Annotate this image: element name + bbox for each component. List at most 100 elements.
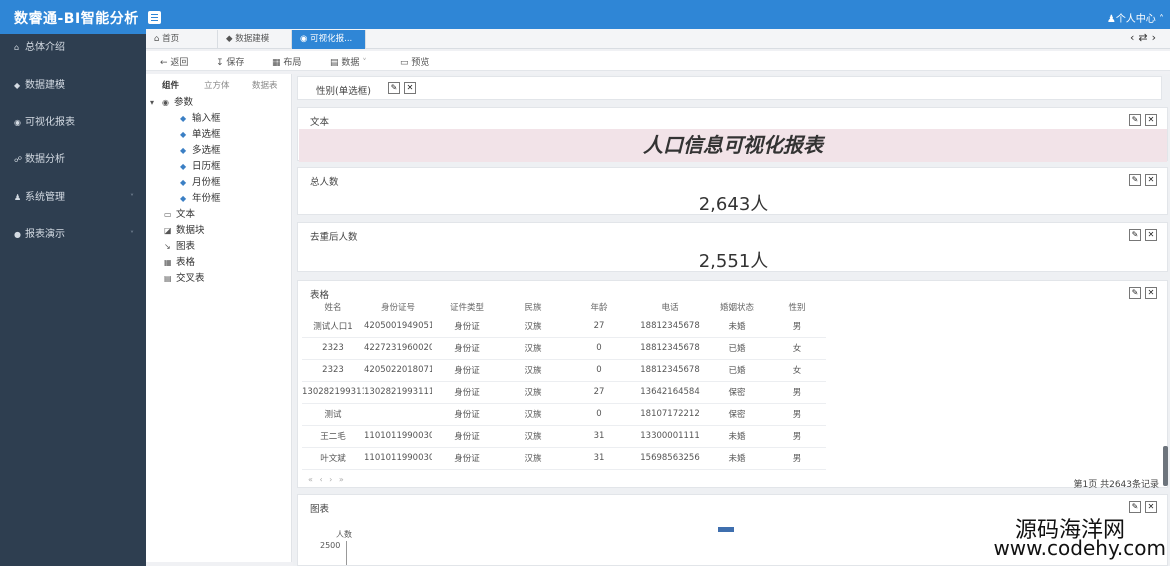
panel-title: 总人数 xyxy=(310,177,339,188)
tree-node-param[interactable]: ◆ 多选框 xyxy=(180,144,221,158)
table-cell: 汉族 xyxy=(502,315,564,338)
table-cell: 测试 xyxy=(302,403,364,426)
tab-data-modeling[interactable]: ◆ 数据建模 xyxy=(218,30,292,49)
tree-node-param[interactable]: ◆ 日历框 xyxy=(180,160,221,174)
wrench-icon[interactable]: ✎ xyxy=(1129,287,1141,299)
chevron-down-icon: ˅ xyxy=(359,58,367,68)
arrow-left-icon: ← xyxy=(160,58,171,68)
table-cell: 测试人口1 xyxy=(302,315,364,338)
tree-node-param[interactable]: ◆ 单选框 xyxy=(180,128,221,142)
column-header[interactable]: 身份证号 xyxy=(364,299,432,315)
sidebar-item[interactable]: ◆ 数据建模 xyxy=(0,74,146,98)
tree-node-component[interactable]: ▦ 表格 xyxy=(164,256,195,270)
database-icon: ▤ xyxy=(330,58,342,68)
table-cell: 未婚 xyxy=(706,447,768,470)
table-cell: 汉族 xyxy=(502,425,564,448)
close-icon[interactable]: ✕ xyxy=(1145,287,1157,299)
back-button[interactable]: ← 返回 xyxy=(160,55,188,68)
table-cell: 18107172212 xyxy=(634,403,706,426)
tree-node-params[interactable]: ▾ ◉ 参数 xyxy=(150,96,193,110)
tab-components[interactable]: 组件 xyxy=(162,79,179,91)
circle-icon: ● xyxy=(14,230,21,239)
sidebar-item[interactable]: ● 报表演示 ˅ xyxy=(0,223,146,247)
tree-node-param[interactable]: ◆ 年份框 xyxy=(180,192,221,206)
close-icon[interactable]: ✕ xyxy=(1145,501,1157,513)
tab-menu-icon[interactable]: ⇄ xyxy=(1138,31,1151,44)
tab-visual-report[interactable]: ◉ 可视化报... xyxy=(292,30,366,49)
collapse-triangle-icon[interactable]: ▾ xyxy=(150,96,162,110)
table-row[interactable]: 测试 身份证 汉族 0 18107172212 保密男 xyxy=(302,403,826,426)
chevron-down-icon: ˅ xyxy=(130,230,134,239)
table-cell: 男 xyxy=(768,381,826,404)
close-icon[interactable]: ✕ xyxy=(1145,229,1157,241)
tab-cube[interactable]: 立方体 xyxy=(204,79,230,91)
table-scroll-controls[interactable]: « ‹ › » xyxy=(308,475,346,484)
sidebar-item-label: 数据分析 xyxy=(25,154,65,165)
column-header[interactable]: 民族 xyxy=(502,299,564,315)
column-header[interactable]: 姓名 xyxy=(302,299,364,315)
wrench-icon[interactable]: ✎ xyxy=(1129,174,1141,186)
tab-bar: ⌂ 首页 ◆ 数据建模 ◉ 可视化报... ‹⇄› xyxy=(146,29,1170,49)
close-icon[interactable]: ✕ xyxy=(1145,114,1157,126)
data-block-icon: ◪ xyxy=(164,226,172,235)
sidebar-item[interactable]: ◉ 可视化报表 xyxy=(0,111,146,135)
sidebar-item[interactable]: ⌂ 总体介绍 xyxy=(0,36,146,60)
table-row[interactable]: 测试人口1 4205001949051 身份证 汉族 27 18812345678 未婚男 xyxy=(302,315,826,338)
column-header[interactable]: 证件类型 xyxy=(432,299,502,315)
table-row[interactable]: 2323 4205022018071 身份证 汉族 0 18812345678 已婚女 xyxy=(302,359,826,382)
tab-datatable[interactable]: 数据表 xyxy=(252,79,278,91)
wrench-icon[interactable]: ✎ xyxy=(1129,229,1141,241)
tree-node-component[interactable]: ▤ 交叉表 xyxy=(164,272,205,286)
gender-filter[interactable]: 性别(单选框) xyxy=(316,83,371,97)
save-button[interactable]: ↧ 保存 xyxy=(216,55,244,68)
wrench-icon[interactable]: ✎ xyxy=(1129,501,1141,513)
user-center-menu[interactable]: ♟个人中心 ˄ xyxy=(1107,10,1164,25)
total-count-panel: 总人数 ✎ ✕ 2,643人 xyxy=(297,167,1168,215)
table-row[interactable]: 叶文斌 1101011990030 身份证 汉族 31 15698563256 未婚男 xyxy=(302,447,826,470)
table-cell: 女 xyxy=(768,337,826,360)
table-cell: 0 xyxy=(564,359,634,382)
table-row[interactable]: 2323 4227231960020 身份证 汉族 0 18812345678 已婚女 xyxy=(302,337,826,360)
tree-node-param[interactable]: ◆ 输入框 xyxy=(180,112,221,126)
table-pager: 第1页 共2643条记录 xyxy=(1073,480,1160,490)
table-cell: 1302821993111 xyxy=(302,381,364,404)
editor-toolbar: ← 返回 ↧ 保存 ▦ 布局 ▤ 数据 ˅ ▭ 预览 xyxy=(146,51,1170,71)
dedup-count-panel: 去重后人数 ✎ ✕ 2,551人 xyxy=(297,222,1168,272)
sidebar-item[interactable]: ☍ 数据分析 xyxy=(0,148,146,172)
panel-title: 文本 xyxy=(310,117,330,128)
tab-home[interactable]: ⌂ 首页 xyxy=(146,30,218,49)
tree-node-component[interactable]: ◪ 数据块 xyxy=(164,224,205,238)
column-header[interactable]: 婚姻状态 xyxy=(706,299,768,315)
column-header[interactable]: 电话 xyxy=(634,299,706,315)
data-button[interactable]: ▤ 数据 ˅ xyxy=(330,55,367,68)
close-icon[interactable]: ✕ xyxy=(1145,174,1157,186)
layout-button[interactable]: ▦ 布局 xyxy=(272,55,301,68)
close-icon[interactable]: ✕ xyxy=(404,82,416,94)
column-header[interactable]: 年龄 xyxy=(564,299,634,315)
tree-node-param[interactable]: ◆ 月份框 xyxy=(180,176,221,190)
table-row[interactable]: 王二毛 1101011990030 身份证 汉族 31 13300001111 未婚男 xyxy=(302,425,826,448)
table-cell: 未婚 xyxy=(706,425,768,448)
component-tabs: 组件 立方体 数据表 xyxy=(146,79,292,93)
table-cell: 13642164584 xyxy=(634,381,706,404)
table-cell: 身份证 xyxy=(432,337,502,360)
tree-node-component[interactable]: ↘ 图表 xyxy=(164,240,195,254)
column-header[interactable]: 性别 xyxy=(768,299,826,315)
table-cell xyxy=(364,403,432,426)
panel-title: 去重后人数 xyxy=(310,232,358,243)
table-row[interactable]: 13028219931111302821993111身份证汉族271364216… xyxy=(302,381,826,404)
tag-icon: ◆ xyxy=(180,162,187,171)
wrench-icon[interactable]: ✎ xyxy=(388,82,400,94)
table-cell: 27 xyxy=(564,381,634,404)
sidebar-item[interactable]: ♟ 系统管理 ˅ xyxy=(0,186,146,210)
tree-node-component[interactable]: ▭ 文本 xyxy=(164,208,195,222)
menu-toggle-icon[interactable] xyxy=(148,11,161,24)
grid-icon: ▦ xyxy=(272,58,284,68)
next-tab-icon[interactable]: › xyxy=(1152,31,1160,44)
total-count-value: 2,643人 xyxy=(698,194,769,215)
table-cell: 汉族 xyxy=(502,337,564,360)
wrench-icon[interactable]: ✎ xyxy=(1129,114,1141,126)
preview-button[interactable]: ▭ 预览 xyxy=(400,55,429,68)
table-cell: 0 xyxy=(564,403,634,426)
vertical-scrollbar[interactable] xyxy=(1163,446,1168,486)
